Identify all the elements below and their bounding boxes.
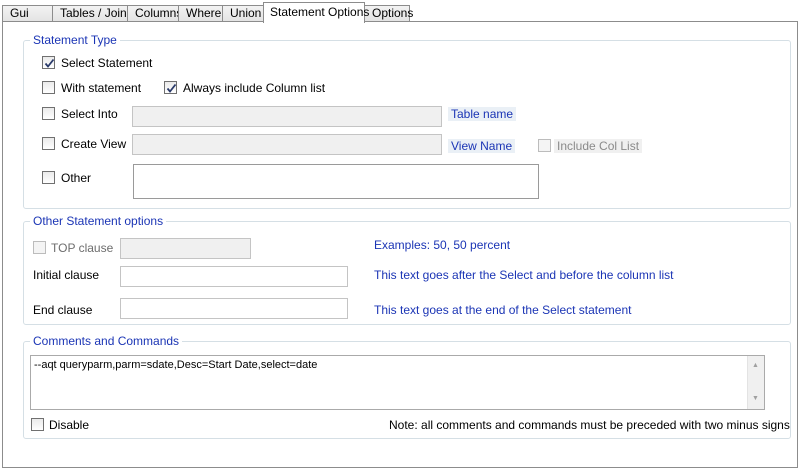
initial-clause-input[interactable]: [120, 266, 348, 287]
disable-label: Disable: [49, 418, 90, 432]
tab-where[interactable]: Where: [178, 5, 223, 22]
include-col-list-label: Include Col List: [554, 139, 643, 153]
comments-text: --aqt queryparm,parm=sdate,Desc=Start Da…: [34, 359, 318, 371]
other-label: Other: [61, 171, 92, 185]
view-name-label: View Name: [448, 139, 516, 153]
table-name-input[interactable]: [132, 106, 442, 127]
scroll-down-icon[interactable]: ▼: [752, 392, 759, 406]
tab-panel: Statement Type Select Statement With sta…: [2, 21, 798, 468]
comments-note: Note: all comments and commands must be …: [389, 418, 790, 432]
other-statement-options-group: Other Statement options TOP clause Examp…: [23, 214, 791, 325]
tab-statement-options[interactable]: Statement Options: [263, 2, 369, 23]
end-clause-input[interactable]: [120, 298, 348, 319]
select-statement-checkbox[interactable]: [42, 56, 55, 69]
select-statement-label: Select Statement: [61, 56, 153, 70]
comments-textarea[interactable]: --aqt queryparm,parm=sdate,Desc=Start Da…: [30, 355, 765, 410]
create-view-label: Create View: [61, 137, 127, 151]
initial-clause-label: Initial clause: [33, 268, 100, 282]
comments-and-commands-title: Comments and Commands: [30, 334, 183, 348]
disable-checkbox[interactable]: [31, 418, 44, 431]
other-checkbox[interactable]: [42, 171, 55, 184]
always-include-column-list-checkbox[interactable]: [164, 81, 177, 94]
comments-and-commands-group: Comments and Commands --aqt queryparm,pa…: [23, 334, 791, 439]
always-include-column-list-label: Always include Column list: [183, 81, 326, 95]
statement-type-group: Statement Type Select Statement With sta…: [23, 33, 791, 209]
top-clause-checkbox[interactable]: [33, 241, 46, 254]
with-statement-checkbox[interactable]: [42, 81, 55, 94]
end-clause-label: End clause: [33, 303, 93, 317]
other-statement-input[interactable]: [133, 164, 539, 199]
comments-scrollbar[interactable]: ▲ ▼: [747, 356, 764, 409]
tab-gui[interactable]: Gui: [2, 5, 53, 22]
tab-columns[interactable]: Columns: [127, 5, 182, 22]
tab-strip: Gui Tables / Joins Columns Where Union S…: [0, 0, 800, 23]
tab-options[interactable]: Options: [364, 5, 413, 22]
scroll-up-icon[interactable]: ▲: [752, 359, 759, 373]
with-statement-label: With statement: [61, 81, 142, 95]
create-view-checkbox[interactable]: [42, 137, 55, 150]
statement-type-title: Statement Type: [30, 33, 120, 47]
other-statement-options-title: Other Statement options: [30, 214, 167, 228]
top-clause-hint: Examples: 50, 50 percent: [374, 238, 511, 252]
top-clause-label: TOP clause: [51, 241, 114, 255]
view-name-input[interactable]: [132, 134, 442, 155]
initial-clause-hint: This text goes after the Select and befo…: [374, 268, 674, 282]
select-into-checkbox[interactable]: [42, 107, 55, 120]
tab-union[interactable]: Union: [222, 5, 264, 22]
top-clause-input[interactable]: [120, 238, 251, 259]
tab-tables-joins[interactable]: Tables / Joins: [52, 5, 133, 22]
select-into-label: Select Into: [61, 107, 118, 121]
end-clause-hint: This text goes at the end of the Select …: [374, 303, 632, 317]
include-col-list-checkbox[interactable]: [538, 139, 551, 152]
table-name-label: Table name: [448, 107, 517, 121]
